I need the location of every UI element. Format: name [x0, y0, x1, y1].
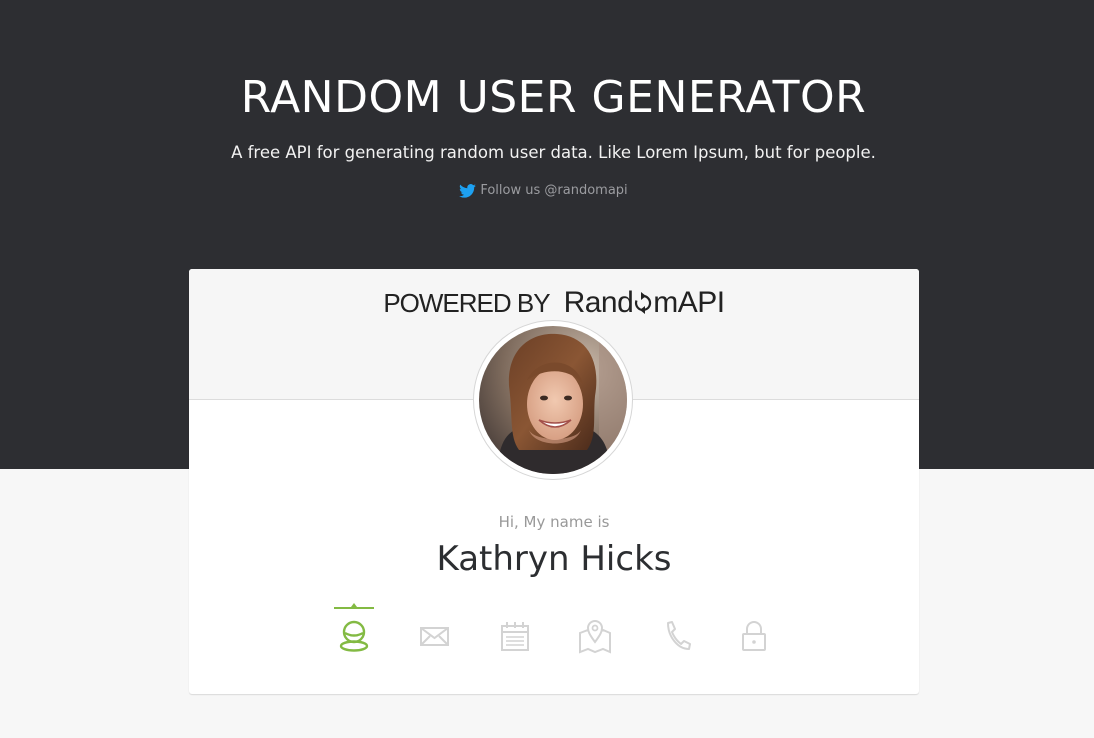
user-name: Kathryn Hicks — [436, 539, 672, 579]
refresh-o-icon — [633, 289, 653, 323]
tab-address[interactable] — [575, 607, 619, 657]
twitter-follow-link[interactable]: Follow us @randomapi — [459, 181, 628, 201]
map-icon — [579, 620, 611, 654]
avatar — [479, 326, 627, 474]
tab-birthday[interactable] — [495, 607, 539, 657]
avatar-frame — [473, 320, 633, 480]
page-subtitle: A free API for generating random user da… — [231, 143, 876, 162]
powered-by-logo: POWERED BY Rand mAPI — [189, 286, 919, 323]
lock-icon — [742, 621, 766, 651]
tab-email[interactable] — [414, 607, 458, 657]
user-icon — [339, 620, 369, 652]
user-card: POWERED BY Rand mAPI Hi, My name is Kath… — [189, 269, 919, 694]
calendar-icon — [501, 622, 529, 651]
phone-icon — [667, 621, 691, 650]
brand-suffix: mAPI — [653, 286, 725, 319]
tab-name[interactable] — [334, 603, 378, 657]
follow-label: Follow us @randomapi — [480, 183, 628, 198]
envelope-icon — [420, 627, 449, 646]
tab-phone[interactable] — [656, 607, 700, 657]
greeting-text: Hi, My name is — [498, 513, 610, 531]
tab-password[interactable] — [734, 607, 778, 657]
randomapi-brand: Rand mAPI — [563, 286, 726, 319]
detail-tabs — [334, 603, 774, 657]
brand-prefix: Rand — [563, 286, 634, 319]
twitter-icon — [459, 184, 477, 198]
page-title: RANDOM USER GENERATOR — [240, 72, 867, 123]
follow-row: Follow us @randomapi — [0, 181, 1087, 205]
powered-by-text: POWERED BY — [383, 288, 550, 318]
